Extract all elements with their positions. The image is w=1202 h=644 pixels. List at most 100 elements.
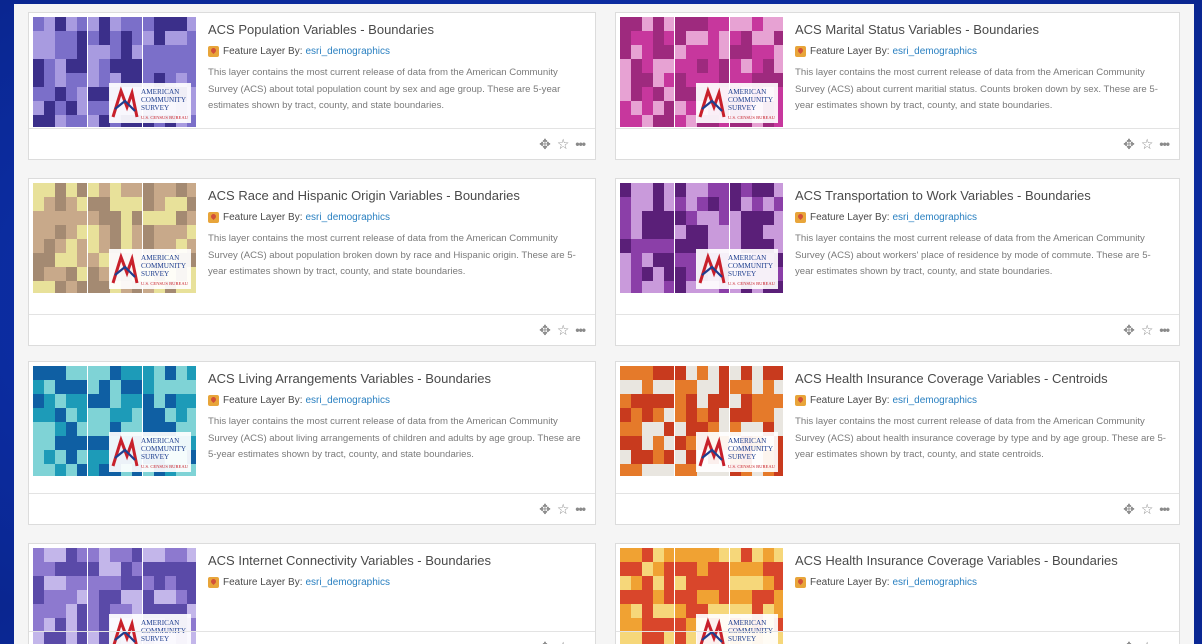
item-type-label: Feature Layer By: (223, 212, 303, 223)
more-options-icon[interactable]: ••• (1159, 324, 1170, 336)
item-owner-link[interactable]: esri_demographics (305, 577, 390, 588)
item-title[interactable]: ACS Population Variables - Boundaries (208, 22, 585, 37)
star-icon[interactable]: ☆ (1141, 323, 1154, 337)
feature-layer-icon (208, 395, 219, 406)
results-panel: AMERICAN COMMUNITY SURVEY U.S. CENSUS BUREA… (14, 4, 1194, 644)
item-card[interactable]: AMERICANCOMMUNITYSURVEYU.S. CENSUS BUREA… (615, 12, 1180, 160)
item-meta: Feature Layer By: esri_demographics (795, 395, 1169, 406)
move-icon[interactable]: ✥ (539, 640, 551, 644)
census-logo-text: AMERICAN (141, 254, 180, 262)
item-card[interactable]: AMERICANCOMMUNITYSURVEYU.S. CENSUS BUREA… (615, 543, 1180, 644)
item-type-label: Feature Layer By: (810, 577, 890, 588)
item-title[interactable]: ACS Transportation to Work Variables - B… (795, 188, 1169, 203)
item-owner-link[interactable]: esri_demographics (892, 46, 977, 57)
star-icon[interactable]: ☆ (557, 323, 570, 337)
item-description: This layer contains the most current rel… (208, 67, 561, 111)
map-thumbnail-graphic: AMERICANCOMMUNITYSURVEYU.S. CENSUS BUREA… (620, 548, 783, 644)
item-title[interactable]: ACS Health Insurance Coverage Variables … (795, 553, 1169, 568)
item-thumbnail[interactable]: AMERICANCOMMUNITYSURVEYU.S. CENSUS BUREA… (33, 366, 196, 476)
feature-layer-icon (795, 395, 806, 406)
item-title[interactable]: ACS Marital Status Variables - Boundarie… (795, 22, 1169, 37)
item-title[interactable]: ACS Health Insurance Coverage Variables … (795, 371, 1169, 386)
more-options-icon[interactable]: ••• (575, 138, 586, 150)
item-owner-link[interactable]: esri_demographics (305, 395, 390, 406)
item-title[interactable]: ACS Living Arrangements Variables - Boun… (208, 371, 585, 386)
map-thumbnail-graphic: AMERICANCOMMUNITYSURVEYU.S. CENSUS BUREA… (33, 548, 196, 644)
item-toolbar: ✥ ☆ ••• (29, 631, 595, 644)
item-toolbar: ✥ ☆ ••• (616, 128, 1179, 159)
move-icon[interactable]: ✥ (1123, 137, 1135, 151)
item-meta: Feature Layer By: esri_demographics (795, 212, 1169, 223)
item-owner-link[interactable]: esri_demographics (305, 212, 390, 223)
move-icon[interactable]: ✥ (1123, 502, 1135, 516)
item-owner-link[interactable]: esri_demographics (305, 46, 390, 57)
census-logo-text: U.S. CENSUS BUREAU (141, 281, 189, 286)
map-thumbnail-graphic: AMERICANCOMMUNITYSURVEYU.S. CENSUS BUREA… (620, 17, 783, 127)
item-owner-link[interactable]: esri_demographics (892, 395, 977, 406)
item-card[interactable]: AMERICANCOMMUNITYSURVEYU.S. CENSUS BUREA… (615, 361, 1180, 525)
item-toolbar: ✥ ☆ ••• (616, 631, 1179, 644)
census-logo-text: SURVEY (728, 453, 757, 461)
item-title[interactable]: ACS Internet Connectivity Variables - Bo… (208, 553, 585, 568)
item-thumbnail[interactable]: AMERICANCOMMUNITYSURVEYU.S. CENSUS BUREA… (620, 183, 783, 293)
feature-layer-icon (208, 46, 219, 57)
item-thumbnail[interactable]: AMERICANCOMMUNITYSURVEYU.S. CENSUS BUREA… (33, 17, 196, 127)
star-icon[interactable]: ☆ (1141, 137, 1154, 151)
more-options-icon[interactable]: ••• (1159, 503, 1170, 515)
feature-layer-icon (208, 577, 219, 588)
item-info: ACS Population Variables - Boundaries Fe… (208, 13, 585, 115)
item-info: ACS Race and Hispanic Origin Variables -… (208, 179, 585, 281)
item-card[interactable]: AMERICANCOMMUNITYSURVEYU.S. CENSUS BUREA… (28, 543, 596, 644)
feature-layer-icon (795, 46, 806, 57)
item-info: ACS Internet Connectivity Variables - Bo… (208, 544, 585, 596)
star-icon[interactable]: ☆ (557, 640, 570, 644)
item-title[interactable]: ACS Race and Hispanic Origin Variables -… (208, 188, 585, 203)
item-owner-link[interactable]: esri_demographics (892, 577, 977, 588)
item-meta: Feature Layer By: esri_demographics (208, 395, 585, 406)
item-description: This layer contains the most current rel… (795, 233, 1151, 277)
item-thumbnail[interactable]: AMERICANCOMMUNITYSURVEYU.S. CENSUS BUREA… (33, 548, 196, 644)
item-card[interactable]: AMERICANCOMMUNITYSURVEYU.S. CENSUS BUREA… (28, 12, 596, 160)
move-icon[interactable]: ✥ (1123, 640, 1135, 644)
map-thumbnail-graphic: AMERICANCOMMUNITYSURVEYU.S. CENSUS BUREA… (33, 17, 196, 127)
item-toolbar: ✥ ☆ ••• (29, 314, 595, 345)
census-logo-text: U.S. CENSUS BUREAU (141, 115, 189, 120)
more-options-icon[interactable]: ••• (575, 503, 586, 515)
census-logo-text: AMERICAN (141, 437, 180, 445)
more-options-icon[interactable]: ••• (575, 324, 586, 336)
item-info: ACS Marital Status Variables - Boundarie… (795, 13, 1169, 115)
item-info: ACS Health Insurance Coverage Variables … (795, 544, 1169, 596)
move-icon[interactable]: ✥ (1123, 323, 1135, 337)
item-meta: Feature Layer By: esri_demographics (795, 577, 1169, 588)
move-icon[interactable]: ✥ (539, 137, 551, 151)
census-logo-text: U.S. CENSUS BUREAU (728, 464, 776, 469)
item-thumbnail[interactable]: AMERICANCOMMUNITYSURVEYU.S. CENSUS BUREA… (33, 183, 196, 293)
item-thumbnail[interactable]: AMERICANCOMMUNITYSURVEYU.S. CENSUS BUREA… (620, 366, 783, 476)
item-card[interactable]: AMERICANCOMMUNITYSURVEYU.S. CENSUS BUREA… (28, 178, 596, 346)
star-icon[interactable]: ☆ (1141, 502, 1154, 516)
census-logo-text: COMMUNITY (728, 262, 774, 270)
item-description: This layer contains the most current rel… (795, 416, 1167, 460)
item-card[interactable]: AMERICANCOMMUNITYSURVEYU.S. CENSUS BUREA… (615, 178, 1180, 346)
item-meta: Feature Layer By: esri_demographics (795, 46, 1169, 57)
item-card[interactable]: AMERICANCOMMUNITYSURVEYU.S. CENSUS BUREA… (28, 361, 596, 525)
star-icon[interactable]: ☆ (557, 502, 570, 516)
move-icon[interactable]: ✥ (539, 323, 551, 337)
census-logo-text: AMERICAN (728, 88, 767, 96)
feature-layer-icon (208, 212, 219, 223)
item-thumbnail[interactable]: AMERICANCOMMUNITYSURVEYU.S. CENSUS BUREA… (620, 548, 783, 644)
census-logo-text: COMMUNITY (141, 96, 187, 104)
item-meta: Feature Layer By: esri_demographics (208, 577, 585, 588)
item-type-label: Feature Layer By: (223, 46, 303, 57)
item-owner-link[interactable]: esri_demographics (892, 212, 977, 223)
item-thumbnail[interactable]: AMERICANCOMMUNITYSURVEYU.S. CENSUS BUREA… (620, 17, 783, 127)
move-icon[interactable]: ✥ (539, 502, 551, 516)
item-meta: Feature Layer By: esri_demographics (208, 46, 585, 57)
star-icon[interactable]: ☆ (1141, 640, 1154, 644)
item-description: This layer contains the most current rel… (795, 67, 1158, 111)
more-options-icon[interactable]: ••• (1159, 138, 1170, 150)
star-icon[interactable]: ☆ (557, 137, 570, 151)
item-type-label: Feature Layer By: (223, 577, 303, 588)
census-logo-text: SURVEY (141, 453, 170, 461)
census-logo-text: U.S. CENSUS BUREAU (728, 115, 776, 120)
